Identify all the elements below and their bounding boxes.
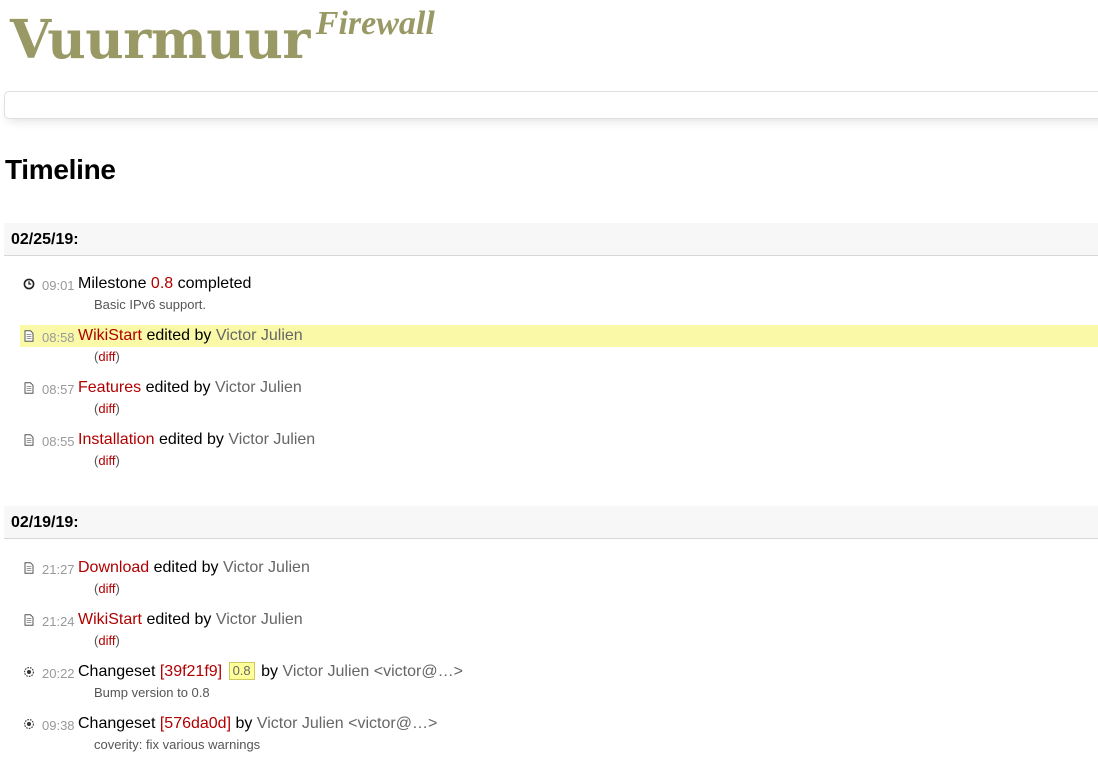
changeset-icon: [24, 719, 34, 729]
event-description: (diff): [94, 633, 120, 648]
diff-link[interactable]: diff: [98, 453, 115, 468]
logo-subtitle: Firewall: [315, 5, 435, 42]
wiki-page-icon: [24, 434, 34, 446]
timeline-event: 09:01 Milestone 0.8 completed Basic IPv6…: [20, 273, 1098, 325]
timeline-event: 09:38 Changeset [576da0d] by Victor Juli…: [20, 713, 1098, 765]
timeline-event: 08:57 Features edited by Victor Julien (…: [20, 377, 1098, 429]
event-title: Installation edited by Victor Julien: [78, 431, 316, 448]
diff-link[interactable]: diff: [98, 401, 115, 416]
day-header: 02/19/19:: [4, 506, 1098, 539]
event-title: WikiStart edited by Victor Julien: [78, 327, 303, 344]
event-time: 09:38: [42, 718, 75, 733]
timeline-event: 08:55 Installation edited by Victor Juli…: [20, 429, 1098, 481]
event-author: Victor Julien <victor@…>: [282, 663, 463, 680]
wiki-page-icon: [24, 614, 34, 626]
diff-link[interactable]: diff: [98, 633, 115, 648]
timeline-event: 21:24 WikiStart edited by Victor Julien …: [20, 609, 1098, 661]
tag-badge[interactable]: 0.8: [228, 662, 255, 680]
event-title: Changeset [576da0d] by Victor Julien <vi…: [78, 715, 438, 732]
wiki-page-link[interactable]: Features: [78, 379, 141, 396]
event-description: Bump version to 0.8: [94, 685, 210, 700]
event-author: Victor Julien: [215, 327, 303, 344]
wiki-page-icon: [24, 330, 34, 342]
wiki-page-link[interactable]: Download: [78, 559, 149, 576]
event-description: (diff): [94, 581, 120, 596]
trac-timeline-page: Vuurmuur Firewall Timeline 02/25/19: 09:0…: [0, 0, 1098, 784]
event-description: (diff): [94, 349, 120, 364]
event-title: Features edited by Victor Julien: [78, 379, 302, 396]
event-author: Victor Julien: [215, 611, 303, 628]
event-time: 08:57: [42, 382, 75, 397]
changeset-icon: [24, 667, 34, 677]
event-author: Victor Julien <victor@…>: [256, 715, 438, 732]
day-date: 02/19/19:: [11, 514, 79, 531]
timeline-event: 21:27 Download edited by Victor Julien (…: [20, 557, 1098, 609]
page-title: Timeline: [5, 154, 116, 185]
event-time: 21:24: [42, 614, 75, 629]
milestone-link[interactable]: 0.8: [151, 275, 173, 292]
main-navigation-bar: [4, 91, 1098, 119]
wiki-page-icon: [24, 382, 34, 394]
event-description: coverity: fix various warnings: [94, 737, 261, 752]
timeline-event: 08:58 WikiStart edited by Victor Julien …: [20, 325, 1098, 377]
logo-title: Vuurmuur: [10, 9, 310, 71]
event-title: WikiStart edited by Victor Julien: [78, 611, 303, 628]
event-time: 21:27: [42, 562, 75, 577]
event-description: (diff): [94, 401, 120, 416]
changeset-link[interactable]: [576da0d]: [160, 715, 231, 732]
site-logo[interactable]: Vuurmuur Firewall: [10, 5, 435, 72]
changeset-link[interactable]: [39f21f9]: [160, 663, 222, 680]
event-author: Victor Julien: [214, 379, 302, 396]
wiki-page-link[interactable]: Installation: [78, 431, 155, 448]
event-author: Victor Julien: [228, 431, 316, 448]
day-header: 02/25/19:: [4, 223, 1098, 256]
event-author: Victor Julien: [222, 559, 310, 576]
wiki-page-icon: [24, 562, 34, 574]
event-time: 08:58: [42, 330, 75, 345]
event-time: 20:22: [42, 666, 75, 681]
day-date: 02/25/19:: [11, 231, 79, 248]
event-time: 08:55: [42, 434, 75, 449]
diff-link[interactable]: diff: [98, 349, 115, 364]
event-description: Basic IPv6 support.: [94, 297, 206, 312]
wiki-page-link[interactable]: WikiStart: [78, 611, 142, 628]
event-title: Milestone 0.8 completed: [78, 275, 252, 292]
event-time: 09:01: [42, 278, 75, 293]
event-title: Changeset [39f21f9] 0.8 by Victor Julien…: [78, 662, 463, 680]
wiki-page-link[interactable]: WikiStart: [78, 327, 142, 344]
event-description: (diff): [94, 453, 120, 468]
diff-link[interactable]: diff: [98, 581, 115, 596]
timeline-event: 20:22 Changeset [39f21f9] 0.8 by Victor …: [20, 661, 1098, 713]
milestone-icon: [23, 278, 35, 290]
event-title: Download edited by Victor Julien: [78, 559, 310, 576]
